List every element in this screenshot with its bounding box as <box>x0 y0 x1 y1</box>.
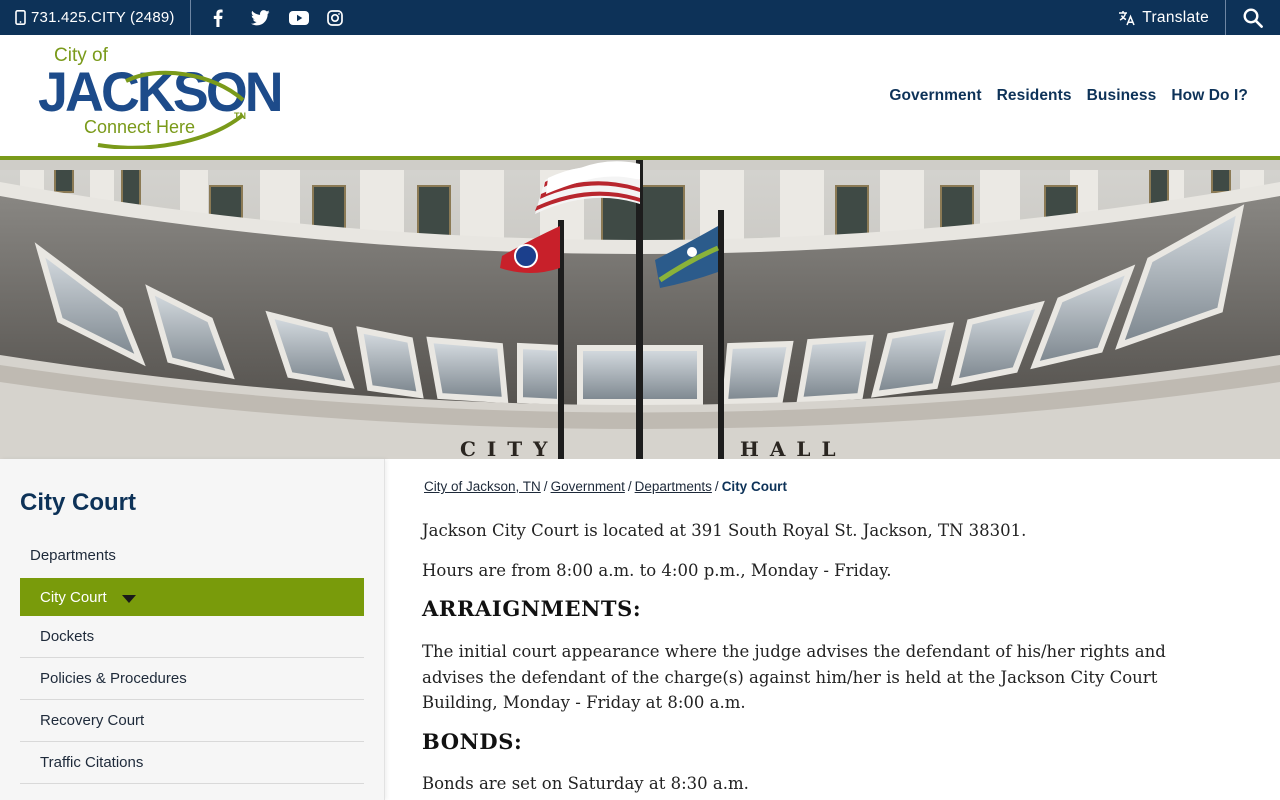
search-button[interactable] <box>1226 0 1280 35</box>
breadcrumb-home[interactable]: City of Jackson, TN <box>424 479 541 494</box>
top-utility-bar: 731.425.CITY (2489) Translate <box>0 0 1280 35</box>
section-sidebar: City Court Departments City Court Docket… <box>0 459 385 800</box>
sidebar-subnav: Dockets Policies & Procedures Recovery C… <box>20 616 364 784</box>
nav-government[interactable]: Government <box>889 87 981 105</box>
phone-link[interactable]: 731.425.CITY (2489) <box>0 0 191 35</box>
youtube-icon[interactable] <box>288 0 327 35</box>
logo-tn: TN <box>234 111 246 121</box>
caret-down-icon[interactable] <box>121 594 136 604</box>
arraignments-paragraph: The initial court appearance where the j… <box>422 642 1166 712</box>
breadcrumb-separator: / <box>714 479 719 494</box>
sidebar-item-dockets[interactable]: Dockets <box>20 616 364 658</box>
hero-city-text: CITY <box>460 437 558 459</box>
address-paragraph: Jackson City Court is located at 391 Sou… <box>422 521 1027 540</box>
phone-icon <box>15 10 26 25</box>
sidebar-item-recovery-court[interactable]: Recovery Court <box>20 700 364 742</box>
sidebar-item-departments[interactable]: Departments <box>30 547 116 564</box>
breadcrumb-government[interactable]: Government <box>551 479 625 494</box>
sidebar-title: City Court <box>20 489 136 516</box>
search-icon <box>1243 7 1263 28</box>
social-links <box>191 0 365 35</box>
breadcrumb-separator: / <box>627 479 632 494</box>
city-hall-image: CITY HALL <box>0 160 1280 459</box>
hours-paragraph: Hours are from 8:00 a.m. to 4:00 p.m., M… <box>422 561 892 580</box>
nav-residents[interactable]: Residents <box>997 87 1072 105</box>
hero-hall-text: HALL <box>740 437 847 459</box>
sidebar-item-traffic-citations[interactable]: Traffic Citations <box>20 742 364 784</box>
facebook-icon[interactable] <box>213 0 251 35</box>
bonds-paragraph: Bonds are set on Saturday at 8:30 a.m. <box>422 774 749 793</box>
hero-banner: CITY HALL <box>0 156 1280 459</box>
nav-business[interactable]: Business <box>1087 87 1157 105</box>
breadcrumb: City of Jackson, TN / Government / Departmen… <box>424 479 787 494</box>
sidebar-item-policies-procedures[interactable]: Policies & Procedures <box>20 658 364 700</box>
phone-number: 731.425.CITY (2489) <box>31 9 175 26</box>
translate-label: Translate <box>1142 8 1209 26</box>
breadcrumb-separator: / <box>543 479 548 494</box>
breadcrumb-departments[interactable]: Departments <box>635 479 712 494</box>
site-header: City of JACKSON Connect Here TN Governme… <box>0 35 1280 156</box>
twitter-icon[interactable] <box>250 0 289 35</box>
city-logo[interactable]: City of JACKSON Connect Here TN <box>38 45 284 149</box>
arraignments-heading: ARRAIGNMENTS: <box>422 596 642 621</box>
instagram-icon[interactable] <box>326 0 365 35</box>
logo-connect-here: Connect Here <box>84 117 196 137</box>
translate-icon <box>1119 10 1135 25</box>
sidebar-item-label: City Court <box>40 588 107 606</box>
translate-button[interactable]: Translate <box>1118 0 1226 35</box>
breadcrumb-current: City Court <box>721 479 787 494</box>
main-navigation: Government Residents Business How Do I? <box>889 87 1248 105</box>
sidebar-item-city-court[interactable]: City Court <box>20 578 364 616</box>
nav-how-do-i[interactable]: How Do I? <box>1171 87 1248 105</box>
bonds-heading: BONDS: <box>422 729 523 754</box>
